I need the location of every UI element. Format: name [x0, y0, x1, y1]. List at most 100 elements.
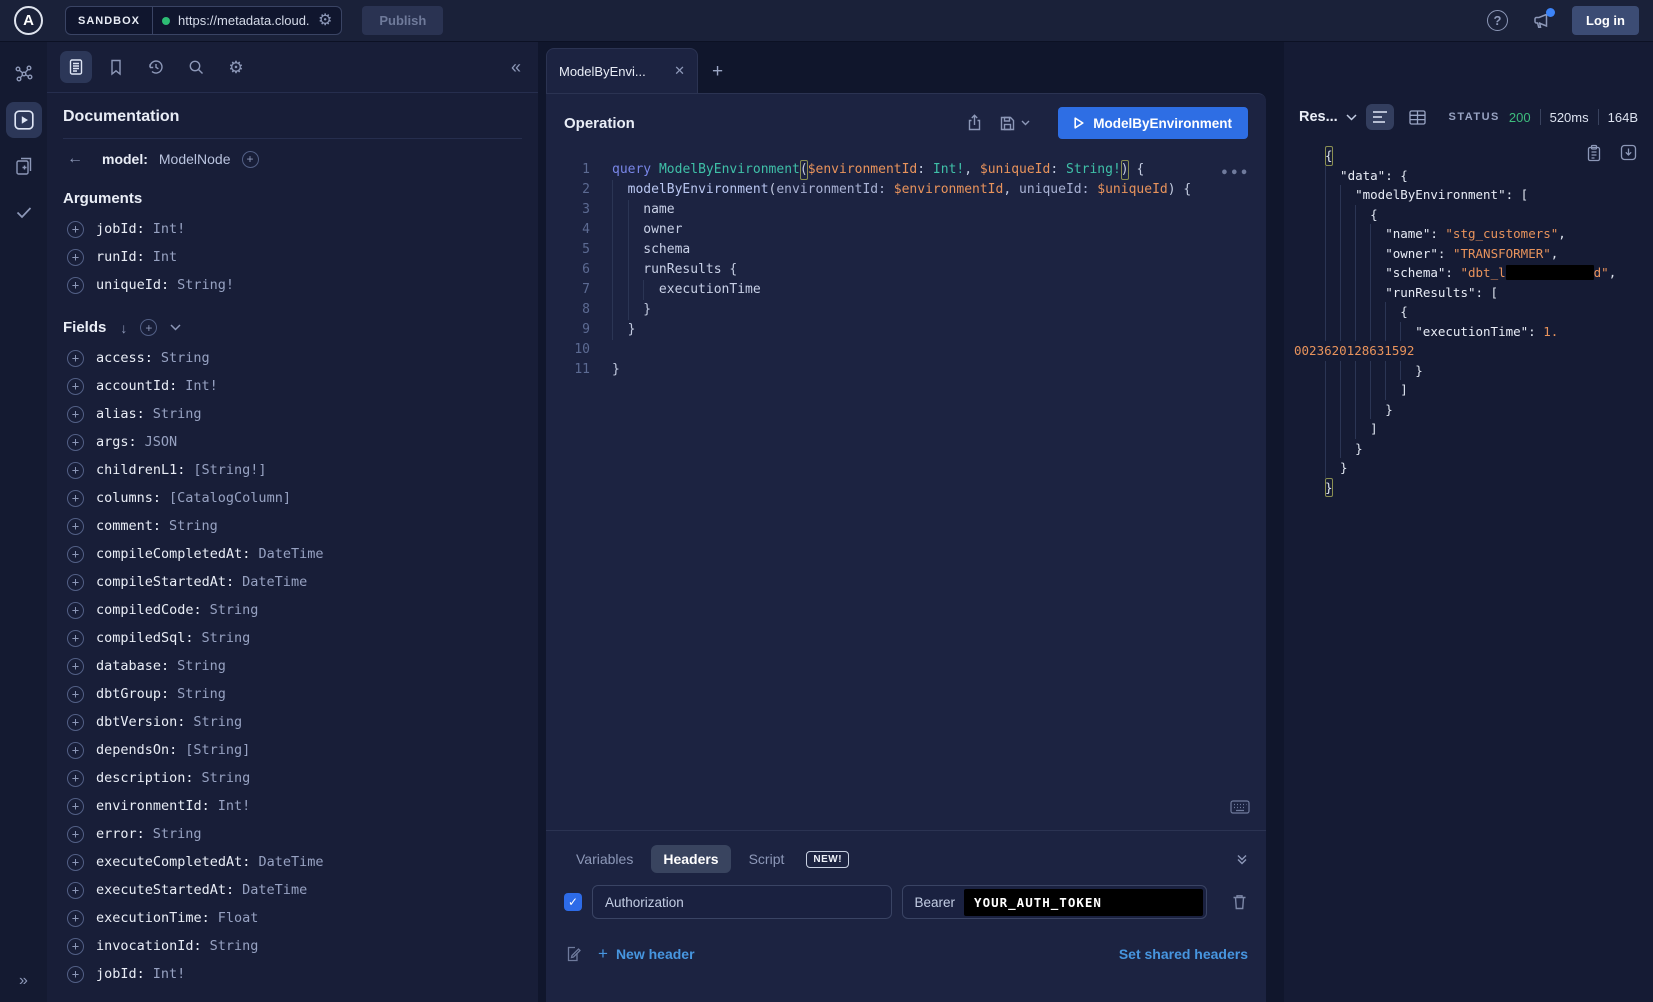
- expand-rail-button[interactable]: »: [0, 972, 47, 990]
- field-row[interactable]: + executionTime: Float: [63, 904, 522, 932]
- field-type[interactable]: String: [193, 714, 242, 730]
- close-tab-icon[interactable]: ✕: [674, 63, 685, 79]
- add-field-icon[interactable]: +: [67, 854, 84, 871]
- publish-button[interactable]: Publish: [362, 6, 443, 35]
- field-type[interactable]: String: [202, 630, 251, 646]
- field-type[interactable]: DateTime: [242, 574, 307, 590]
- chevron-down-icon[interactable]: [170, 324, 181, 331]
- field-type[interactable]: String: [177, 658, 226, 674]
- tab-saved-operations[interactable]: [100, 51, 132, 83]
- field-row[interactable]: + accountId: Int!: [63, 372, 522, 400]
- tab-variables[interactable]: Variables: [564, 845, 645, 873]
- add-field-icon[interactable]: +: [67, 938, 84, 955]
- add-field-icon[interactable]: +: [67, 518, 84, 535]
- add-field-icon[interactable]: +: [67, 826, 84, 843]
- field-type[interactable]: [String!]: [193, 462, 266, 478]
- field-row[interactable]: + dbtVersion: String: [63, 708, 522, 736]
- add-field-icon[interactable]: +: [67, 770, 84, 787]
- add-field-icon[interactable]: +: [67, 546, 84, 563]
- announcements-button[interactable]: [1532, 11, 1552, 31]
- table-view-toggle[interactable]: [1403, 104, 1432, 131]
- pretty-view-toggle[interactable]: [1366, 104, 1394, 130]
- field-row[interactable]: + jobId: Int!: [63, 960, 522, 988]
- new-tab-button[interactable]: +: [712, 61, 723, 83]
- tab-settings[interactable]: ⚙: [220, 51, 252, 83]
- endpoint-url[interactable]: https://metadata.cloud.get: [178, 13, 310, 28]
- argument-row[interactable]: + jobId: Int!: [63, 215, 522, 243]
- argument-row[interactable]: + uniqueId: String!: [63, 271, 522, 299]
- field-row[interactable]: + environmentId: Int!: [63, 792, 522, 820]
- field-row[interactable]: + database: String: [63, 652, 522, 680]
- field-row[interactable]: + args: JSON: [63, 428, 522, 456]
- delete-header-button[interactable]: [1231, 893, 1248, 911]
- breadcrumb-type[interactable]: ModelNode: [159, 151, 231, 167]
- add-field-icon[interactable]: +: [67, 658, 84, 675]
- field-type[interactable]: DateTime: [258, 546, 323, 562]
- argument-row[interactable]: + runId: Int: [63, 243, 522, 271]
- help-icon[interactable]: ?: [1487, 10, 1508, 31]
- argument-type[interactable]: Int!: [153, 221, 186, 237]
- nav-checks[interactable]: [6, 194, 42, 230]
- new-header-button[interactable]: + New header: [598, 944, 695, 964]
- field-type[interactable]: Float: [218, 910, 259, 926]
- endpoint-url-box[interactable]: https://metadata.cloud.get ⚙: [153, 7, 341, 34]
- nav-schema-graph[interactable]: [6, 56, 42, 92]
- connection-settings-icon[interactable]: ⚙: [318, 13, 332, 29]
- download-response-icon[interactable]: [1620, 144, 1637, 161]
- share-icon[interactable]: [966, 114, 983, 132]
- add-field-icon[interactable]: +: [67, 630, 84, 647]
- field-row[interactable]: + executeStartedAt: DateTime: [63, 876, 522, 904]
- add-field-icon[interactable]: +: [67, 434, 84, 451]
- field-row[interactable]: + compiledCode: String: [63, 596, 522, 624]
- field-type[interactable]: String: [210, 938, 259, 954]
- add-field-icon[interactable]: +: [67, 490, 84, 507]
- tab-documentation[interactable]: [60, 51, 92, 83]
- field-row[interactable]: + error: String: [63, 820, 522, 848]
- field-type[interactable]: String: [210, 602, 259, 618]
- field-row[interactable]: + description: String: [63, 764, 522, 792]
- operation-tab[interactable]: ModelByEnvi... ✕: [546, 48, 698, 93]
- login-button[interactable]: Log in: [1572, 6, 1639, 35]
- add-field-icon[interactable]: +: [67, 910, 84, 927]
- field-type[interactable]: [CatalogColumn]: [169, 490, 291, 506]
- field-type[interactable]: String: [153, 406, 202, 422]
- add-field-icon[interactable]: +: [67, 742, 84, 759]
- field-type[interactable]: String: [161, 350, 210, 366]
- field-row[interactable]: + alias: String: [63, 400, 522, 428]
- add-field-icon[interactable]: +: [67, 406, 84, 423]
- field-type[interactable]: Int!: [153, 966, 186, 982]
- add-argument-icon[interactable]: +: [67, 277, 84, 294]
- header-key-input[interactable]: Authorization: [592, 885, 892, 919]
- tab-search[interactable]: [180, 51, 212, 83]
- add-field-icon[interactable]: +: [67, 714, 84, 731]
- code-editor[interactable]: ••• 1 query ModelByEnvironment($environm…: [546, 152, 1266, 830]
- preflight-script-button[interactable]: [564, 945, 582, 963]
- field-type[interactable]: DateTime: [242, 882, 307, 898]
- header-value-input[interactable]: Bearer YOUR_AUTH_TOKEN: [902, 885, 1207, 919]
- add-field-icon[interactable]: +: [67, 378, 84, 395]
- run-operation-button[interactable]: ModelByEnvironment: [1058, 107, 1248, 139]
- back-arrow-icon[interactable]: ←: [67, 150, 83, 168]
- field-row[interactable]: + compileStartedAt: DateTime: [63, 568, 522, 596]
- add-field-icon[interactable]: +: [67, 602, 84, 619]
- argument-type[interactable]: String!: [177, 277, 234, 293]
- save-group[interactable]: [999, 115, 1030, 132]
- field-row[interactable]: + dependsOn: [String]: [63, 736, 522, 764]
- add-field-icon[interactable]: +: [67, 350, 84, 367]
- field-type[interactable]: JSON: [145, 434, 178, 450]
- copy-response-icon[interactable]: [1586, 144, 1602, 162]
- field-type[interactable]: Int!: [218, 798, 251, 814]
- apollo-logo[interactable]: A: [14, 6, 43, 35]
- response-title-dropdown[interactable]: Res...: [1299, 109, 1357, 125]
- field-type[interactable]: [String]: [185, 742, 250, 758]
- field-row[interactable]: + invocationId: String: [63, 932, 522, 960]
- add-argument-icon[interactable]: +: [67, 221, 84, 238]
- add-field-icon[interactable]: +: [67, 574, 84, 591]
- tab-history[interactable]: [140, 51, 172, 83]
- auth-token-value[interactable]: YOUR_AUTH_TOKEN: [964, 889, 1203, 916]
- add-all-fields-icon[interactable]: +: [140, 319, 157, 336]
- header-enabled-checkbox[interactable]: ✓: [564, 893, 582, 911]
- field-type[interactable]: String: [169, 518, 218, 534]
- keyboard-shortcuts-button[interactable]: [1230, 800, 1250, 814]
- add-field-icon[interactable]: +: [67, 966, 84, 983]
